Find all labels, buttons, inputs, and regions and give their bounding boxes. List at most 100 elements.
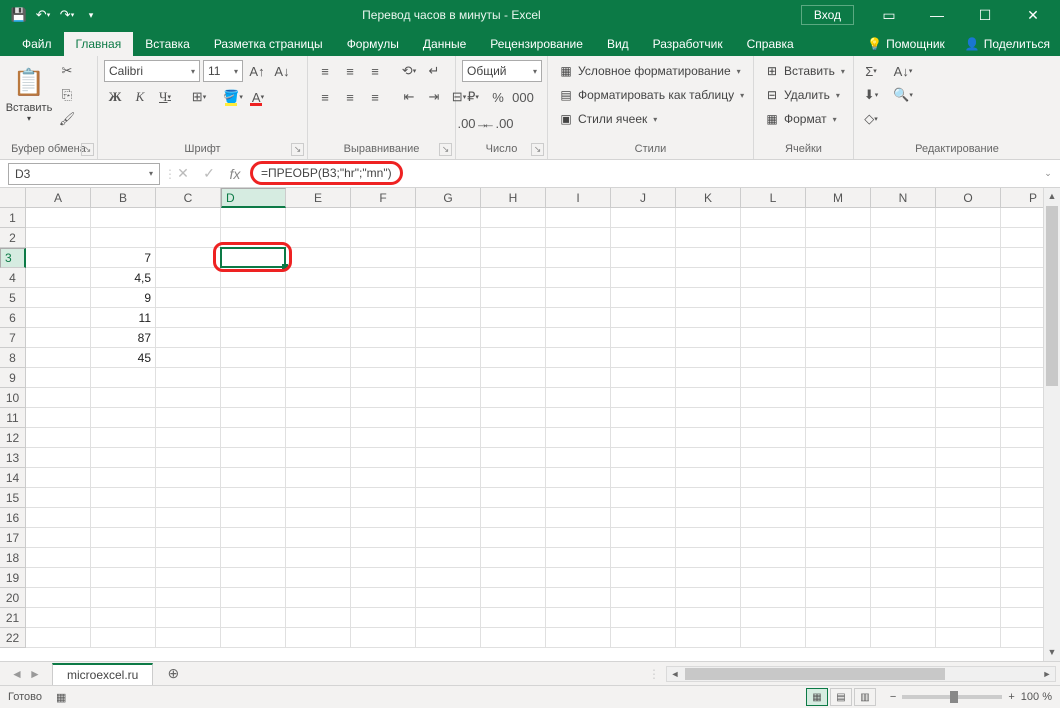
cell[interactable] [611, 628, 676, 648]
cell[interactable] [26, 428, 91, 448]
column-header[interactable]: M [806, 188, 871, 208]
cell[interactable] [351, 628, 416, 648]
cell[interactable] [936, 468, 1001, 488]
format-as-table-button[interactable]: ▤Форматировать как таблицу▾ [554, 84, 748, 106]
tab-insert[interactable]: Вставка [133, 32, 202, 56]
cell[interactable] [741, 388, 806, 408]
bold-button[interactable]: Ж [104, 86, 126, 108]
cell[interactable] [351, 408, 416, 428]
cell[interactable] [156, 228, 221, 248]
column-header[interactable]: N [871, 188, 936, 208]
cell[interactable] [156, 328, 221, 348]
cell[interactable] [481, 208, 546, 228]
cell[interactable] [741, 468, 806, 488]
cell[interactable] [481, 488, 546, 508]
cell[interactable] [156, 488, 221, 508]
cell[interactable] [156, 448, 221, 468]
cell[interactable] [481, 468, 546, 488]
cell[interactable] [611, 528, 676, 548]
cell[interactable] [481, 548, 546, 568]
cell[interactable] [481, 408, 546, 428]
undo-icon[interactable]: ↶▾ [32, 4, 54, 26]
cell[interactable] [546, 408, 611, 428]
cell[interactable] [936, 628, 1001, 648]
cell[interactable] [416, 248, 481, 268]
cell[interactable] [221, 328, 286, 348]
cell[interactable] [806, 528, 871, 548]
cell[interactable] [611, 468, 676, 488]
cell[interactable] [806, 248, 871, 268]
increase-indent-icon[interactable]: ⇥ [423, 86, 445, 108]
fill-icon[interactable]: ⬇▾ [860, 84, 882, 106]
cell[interactable] [611, 248, 676, 268]
cell[interactable] [936, 348, 1001, 368]
tab-formulas[interactable]: Формулы [335, 32, 411, 56]
cell[interactable] [546, 588, 611, 608]
cell[interactable] [416, 268, 481, 288]
cell[interactable] [221, 608, 286, 628]
column-header[interactable]: H [481, 188, 546, 208]
cell[interactable] [741, 268, 806, 288]
cell[interactable] [26, 468, 91, 488]
cell[interactable] [221, 428, 286, 448]
cell[interactable] [416, 228, 481, 248]
cell[interactable] [91, 548, 156, 568]
cell[interactable] [26, 448, 91, 468]
cell[interactable] [221, 348, 286, 368]
cell[interactable] [806, 388, 871, 408]
cell[interactable] [611, 408, 676, 428]
cell[interactable] [286, 228, 351, 248]
cell[interactable] [611, 588, 676, 608]
cell[interactable] [221, 548, 286, 568]
cell[interactable] [481, 388, 546, 408]
cell[interactable] [481, 248, 546, 268]
cell[interactable] [221, 308, 286, 328]
cell[interactable] [91, 228, 156, 248]
column-header[interactable]: K [676, 188, 741, 208]
cell[interactable] [286, 608, 351, 628]
align-dialog-icon[interactable]: ↘ [439, 143, 452, 156]
cell[interactable] [546, 528, 611, 548]
cell[interactable] [481, 348, 546, 368]
tab-file[interactable]: Файл [10, 32, 64, 56]
cell[interactable] [26, 348, 91, 368]
cell[interactable] [416, 288, 481, 308]
tab-page-layout[interactable]: Разметка страницы [202, 32, 335, 56]
cell[interactable] [26, 248, 91, 268]
cell[interactable] [416, 328, 481, 348]
cell[interactable] [26, 268, 91, 288]
cell[interactable] [546, 448, 611, 468]
cell[interactable] [156, 368, 221, 388]
select-all-corner[interactable] [0, 188, 26, 208]
sort-filter-icon[interactable]: A↓▾ [892, 60, 914, 82]
cell[interactable] [156, 528, 221, 548]
cell[interactable] [351, 508, 416, 528]
row-header[interactable]: 3 [0, 248, 26, 268]
cell[interactable] [806, 228, 871, 248]
cell[interactable] [286, 288, 351, 308]
cell[interactable] [351, 568, 416, 588]
cell[interactable] [481, 528, 546, 548]
cell[interactable] [156, 548, 221, 568]
cell[interactable] [806, 468, 871, 488]
cell[interactable] [221, 388, 286, 408]
horizontal-scrollbar[interactable]: ◄ ► [666, 666, 1056, 682]
row-header[interactable]: 18 [0, 548, 26, 568]
cell[interactable] [221, 448, 286, 468]
cell[interactable] [676, 468, 741, 488]
cell[interactable] [546, 508, 611, 528]
row-header[interactable]: 22 [0, 628, 26, 648]
fx-icon[interactable]: fx [222, 162, 248, 186]
cell[interactable] [936, 448, 1001, 468]
cell[interactable] [936, 428, 1001, 448]
cell[interactable] [806, 608, 871, 628]
cell[interactable] [481, 448, 546, 468]
cell[interactable] [481, 288, 546, 308]
cell[interactable] [806, 268, 871, 288]
cell[interactable] [741, 208, 806, 228]
format-cells-button[interactable]: ▦Формат▾ [760, 108, 849, 130]
cell[interactable] [286, 348, 351, 368]
cell[interactable] [91, 368, 156, 388]
cell[interactable] [156, 308, 221, 328]
cell[interactable] [351, 208, 416, 228]
